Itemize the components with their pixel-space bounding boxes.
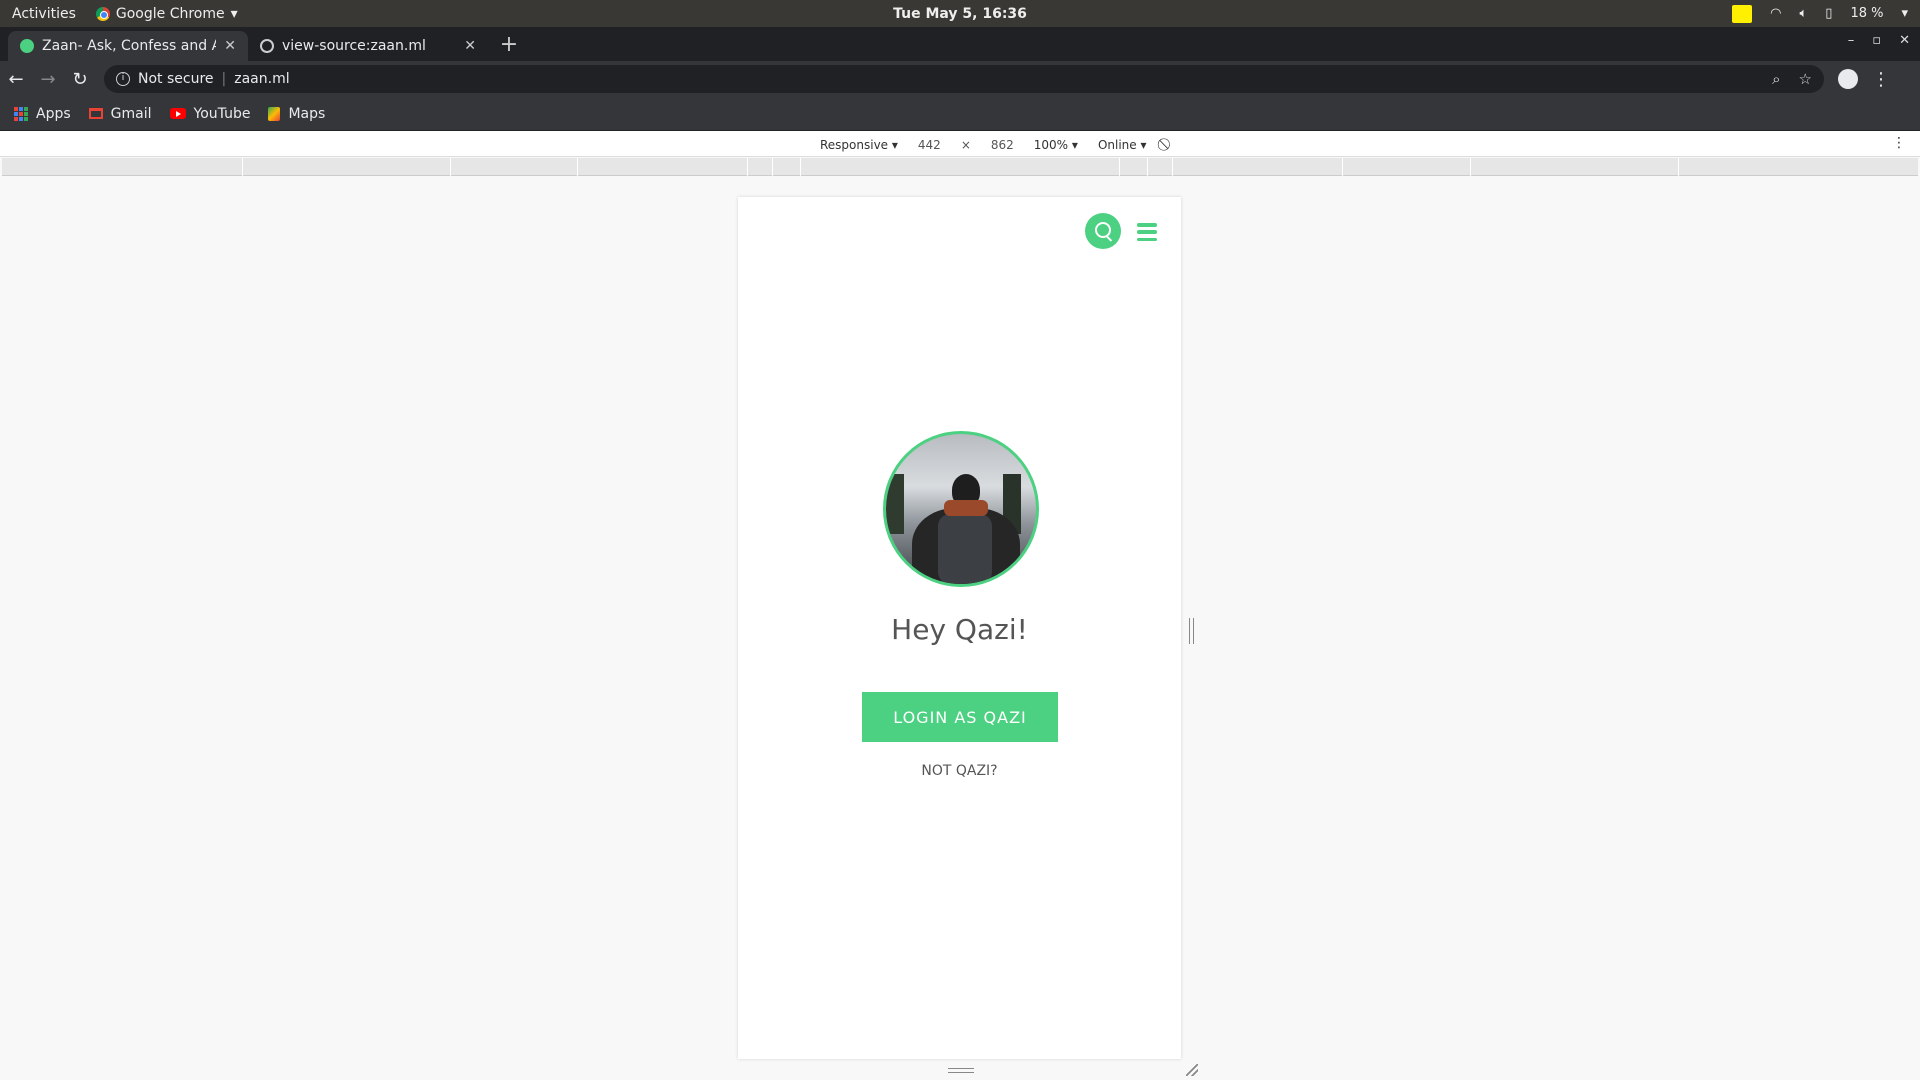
hamburger-menu-icon[interactable] xyxy=(1137,223,1157,241)
app-menu[interactable]: Google Chrome ▾ xyxy=(95,5,238,22)
bookmark-gmail[interactable]: Gmail xyxy=(88,105,152,122)
zaan-favicon-icon xyxy=(20,39,34,53)
forward-icon[interactable]: → xyxy=(32,69,64,90)
youtube-icon xyxy=(169,108,186,119)
bookmark-maps[interactable]: Maps xyxy=(268,106,325,122)
device-toolbar: Responsive ▾ 442 × 862 100% ▾ Online ▾ ⃠… xyxy=(0,131,1920,157)
volume-icon: 🔈︎ xyxy=(1799,6,1808,21)
window-controls: – ▫ ✕ xyxy=(1848,33,1910,48)
wifi-icon: ◠ xyxy=(1770,6,1782,21)
bookmark-label: Maps xyxy=(288,105,326,122)
browser-toolbar: ← → ↻ i Not secure | zaan.ml ⌕ ☆ ⋮ xyxy=(0,61,1920,97)
close-icon[interactable]: ✕ xyxy=(224,38,236,54)
security-label[interactable]: Not secure xyxy=(138,71,214,87)
globe-icon xyxy=(260,39,274,53)
divider: | xyxy=(221,71,227,87)
system-top-bar: Activities Google Chrome ▾ Tue May 5, 16… xyxy=(0,0,1920,27)
chrome-icon xyxy=(95,6,110,21)
not-user-link[interactable]: NOT QAZI? xyxy=(738,763,1181,779)
bookmark-apps[interactable]: Apps xyxy=(14,106,71,122)
system-tray[interactable]: ◠ 🔈︎ ▯ 18 % ▾ xyxy=(1732,4,1908,23)
url-text[interactable]: zaan.ml xyxy=(234,71,289,87)
bookmark-star-icon[interactable]: ☆ xyxy=(1799,70,1812,88)
login-button[interactable]: LOGIN AS QAZI xyxy=(862,692,1058,742)
more-options-icon[interactable]: ⋮ xyxy=(1892,135,1906,151)
battery-icon: ▯ xyxy=(1825,6,1833,21)
network-dropdown[interactable]: Online ▾ xyxy=(1098,138,1147,152)
app-name: Google Chrome xyxy=(115,5,225,22)
reload-icon[interactable]: ↻ xyxy=(64,69,96,90)
address-bar[interactable]: i Not secure | zaan.ml ⌕ ☆ xyxy=(104,65,1824,93)
close-window-icon[interactable]: ✕ xyxy=(1899,33,1910,48)
tab-title: view-source:zaan.ml xyxy=(282,38,426,54)
tab-zaan[interactable]: Zaan- Ask, Confess and Ar ✕ xyxy=(8,31,248,61)
zoom-icon[interactable]: ⌕ xyxy=(1772,70,1780,88)
apps-icon xyxy=(14,106,28,121)
height-input[interactable]: 862 xyxy=(991,138,1014,152)
gmail-icon xyxy=(88,108,103,119)
activities-button[interactable]: Activities xyxy=(12,6,76,22)
zoom-dropdown[interactable]: 100% ▾ xyxy=(1034,138,1078,152)
chevron-down-icon: ▾ xyxy=(1901,6,1908,21)
notes-icon[interactable] xyxy=(1732,4,1753,23)
chevron-down-icon: ▾ xyxy=(230,5,238,22)
device-viewport: Hey Qazi! LOGIN AS QAZI NOT QAZI? xyxy=(738,197,1181,1059)
tab-strip: Zaan- Ask, Confess and Ar ✕ view-source:… xyxy=(0,27,1920,61)
info-icon[interactable]: i xyxy=(116,72,130,86)
bookmark-youtube[interactable]: YouTube xyxy=(169,105,251,122)
tab-view-source[interactable]: view-source:zaan.ml ✕ xyxy=(248,31,488,61)
battery-percent: 18 % xyxy=(1850,6,1884,21)
bookmark-label: Apps xyxy=(36,105,71,122)
close-icon[interactable]: ✕ xyxy=(464,38,476,54)
new-tab-button[interactable]: + xyxy=(494,31,524,61)
search-icon[interactable] xyxy=(1085,213,1121,249)
back-icon[interactable]: ← xyxy=(0,69,32,90)
resize-handle-right[interactable] xyxy=(1189,618,1194,644)
profile-avatar-icon[interactable] xyxy=(1838,69,1858,89)
width-input[interactable]: 442 xyxy=(918,138,941,152)
clock[interactable]: Tue May 5, 16:36 xyxy=(893,6,1027,22)
minimize-icon[interactable]: – xyxy=(1848,33,1855,48)
bookmark-label: Gmail xyxy=(110,105,152,122)
maximize-icon[interactable]: ▫ xyxy=(1872,33,1881,48)
greeting-title: Hey Qazi! xyxy=(891,613,1028,646)
maps-icon xyxy=(268,106,281,121)
responsive-dropdown[interactable]: Responsive ▾ xyxy=(820,138,898,152)
resize-handle-bottom[interactable] xyxy=(948,1068,974,1073)
avatar xyxy=(883,431,1039,587)
more-menu-icon[interactable]: ⋮ xyxy=(1872,69,1890,90)
bookmark-label: YouTube xyxy=(193,105,251,122)
media-query-ruler[interactable] xyxy=(2,158,1918,176)
dimension-times: × xyxy=(960,137,971,152)
bookmarks-bar: Apps Gmail YouTube Maps xyxy=(0,97,1920,131)
resize-handle-corner[interactable] xyxy=(1186,1064,1198,1076)
tab-title: Zaan- Ask, Confess and Ar xyxy=(42,38,217,54)
